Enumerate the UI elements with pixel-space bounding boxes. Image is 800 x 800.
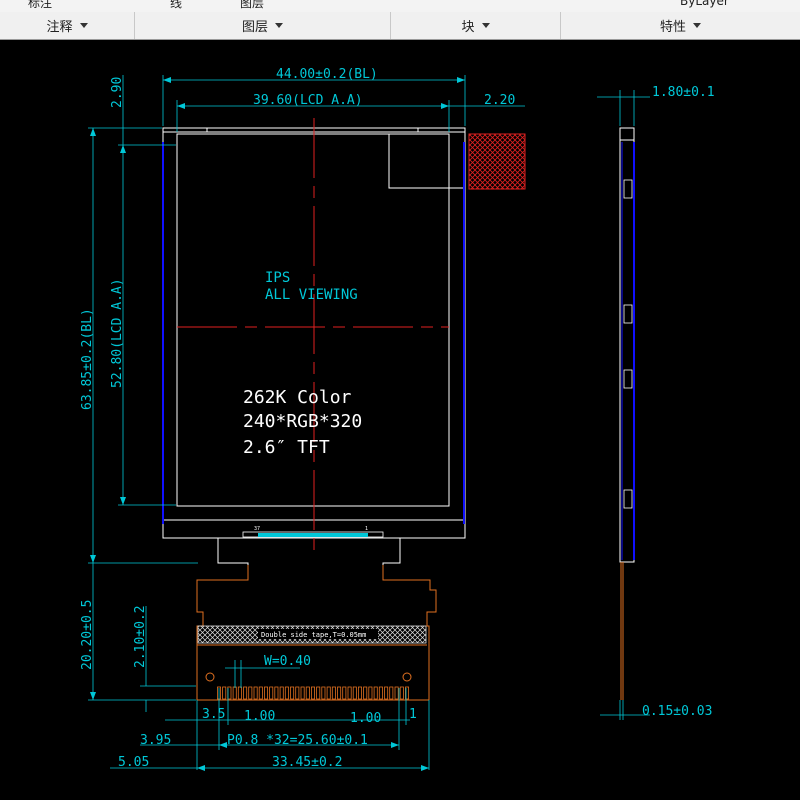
dim-3-95: 3.95 — [140, 733, 171, 748]
pin-label-right: 1 — [365, 526, 368, 532]
dim-bl-width: 44.00±0.2(BL) — [276, 67, 378, 82]
gold-finger — [248, 686, 253, 700]
gold-finger — [243, 686, 248, 700]
gold-finger — [363, 686, 368, 700]
chevron-down-icon — [275, 23, 283, 28]
panel-tab-layers[interactable]: 图层 — [135, 12, 391, 39]
gold-finger — [310, 686, 315, 700]
dim-3-5: 3.5 — [202, 707, 225, 722]
panel-tab-properties[interactable]: 特性 — [561, 12, 800, 39]
cad-drawing-canvas[interactable]: IPS ALL VIEWING 262K Color 240*RGB*320 2… — [0, 40, 800, 800]
screen-text-resolution: 240*RGB*320 — [243, 411, 362, 432]
gold-finger — [232, 686, 237, 700]
gold-finger — [290, 686, 295, 700]
gold-finger — [321, 686, 326, 700]
panel-tab-block[interactable]: 块 — [391, 12, 561, 39]
ribbon-panel-bar: 注释 图层 块 特性 — [0, 12, 800, 40]
dim-thickness: 1.80±0.1 — [652, 85, 715, 100]
gold-finger — [368, 686, 373, 700]
fpc-hole-right — [402, 672, 412, 682]
panel-tab-label: 图层 — [241, 20, 268, 35]
gold-finger — [389, 686, 394, 700]
panel-tab-label: 块 — [461, 20, 475, 35]
ribbon-fragment-line[interactable]: 线 — [170, 0, 182, 11]
dim-aa-height: 52.80(LCD A.A) — [110, 278, 125, 388]
gold-finger — [253, 686, 258, 700]
screen-text-size: 2.6″ TFT — [243, 437, 330, 458]
gold-finger — [342, 686, 347, 700]
dim-fpc-length: 20.20±0.5 — [80, 600, 95, 670]
chevron-down-icon — [693, 23, 701, 28]
gold-finger — [279, 686, 284, 700]
gold-finger — [373, 686, 378, 700]
gold-finger — [284, 686, 289, 700]
fpc-hole-left — [205, 672, 215, 682]
dim-fpc-width: 33.45±0.2 — [272, 755, 342, 770]
screen-text-ips: IPS — [265, 270, 290, 286]
dim-offset-right: 2.20 — [484, 93, 515, 108]
gold-finger — [222, 686, 227, 700]
hatched-tab-top-right — [468, 133, 526, 190]
gold-finger — [269, 686, 274, 700]
fpc-gold-fingers — [216, 686, 409, 700]
gold-finger — [237, 686, 242, 700]
panel-tab-label: 注释 — [46, 20, 73, 35]
gold-finger — [263, 686, 268, 700]
panel-tab-label: 特性 — [659, 20, 686, 35]
dim-edge-right: 1 — [409, 707, 417, 722]
dim-bl-height: 63.85±0.2(BL) — [80, 308, 95, 410]
ribbon-fragment-annotate[interactable]: 标注 — [28, 0, 52, 11]
gold-finger — [347, 686, 352, 700]
glass-connector: 37 1 — [242, 526, 384, 538]
gold-finger — [258, 686, 263, 700]
dim-5-05: 5.05 — [118, 755, 149, 770]
dim-pitch-left: 1.00 — [244, 709, 275, 724]
gold-finger — [357, 686, 362, 700]
dim-pitch-right: 1.00 — [350, 711, 381, 726]
dimension-lines — [88, 75, 650, 770]
tape-note: Double side tape,T=0.05mm — [261, 631, 366, 639]
ribbon-fragment-layer[interactable]: 图层 — [240, 0, 264, 11]
gold-finger — [274, 686, 279, 700]
chevron-down-icon — [481, 23, 490, 28]
dim-aa-width: 39.60(LCD A.A) — [253, 93, 363, 108]
screen-text-viewing: ALL VIEWING — [265, 287, 358, 303]
gold-finger — [399, 686, 404, 700]
screen-text-color: 262K Color — [243, 387, 352, 408]
gold-finger — [300, 686, 305, 700]
gold-finger — [384, 686, 389, 700]
gold-finger — [305, 686, 310, 700]
gold-finger — [352, 686, 357, 700]
dim-fpc-tab: 2.10±0.2 — [133, 605, 148, 668]
center-lines — [177, 118, 449, 555]
gold-finger — [295, 686, 300, 700]
panel-tab-annotate[interactable]: 注释 — [0, 12, 135, 39]
dim-pitch-total: P0.8 *32=25.60±0.1 — [227, 733, 368, 748]
dim-finger-width: W=0.40 — [264, 654, 311, 669]
gold-finger — [316, 686, 321, 700]
ribbon-fragment-bylayer[interactable]: ByLayer — [680, 0, 729, 8]
gold-finger — [378, 686, 383, 700]
dim-offset-top: 2.90 — [110, 77, 125, 108]
gold-finger — [326, 686, 331, 700]
chevron-down-icon — [79, 23, 88, 28]
gold-finger — [337, 686, 342, 700]
gold-finger — [394, 686, 399, 700]
dim-fpc-thickness: 0.15±0.03 — [642, 704, 712, 719]
gold-finger — [331, 686, 336, 700]
side-view — [619, 127, 635, 700]
pin-label-left: 37 — [254, 526, 260, 532]
